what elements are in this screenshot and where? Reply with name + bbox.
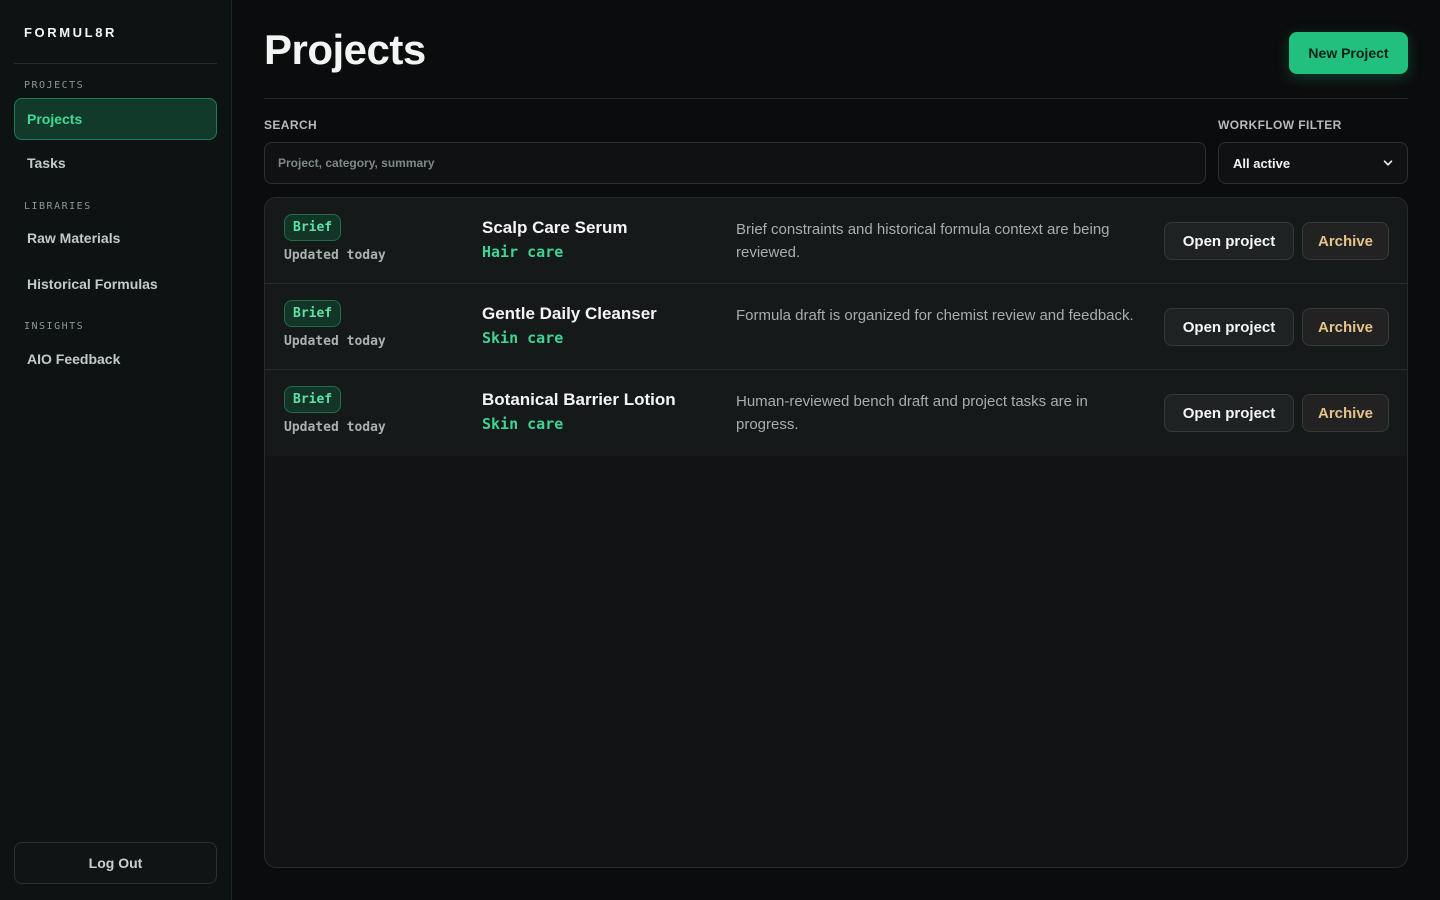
sidebar-item-label: Tasks	[27, 155, 66, 171]
project-summary: Human-reviewed bench draft and project t…	[736, 393, 1088, 433]
updated-text: Updated today	[284, 420, 386, 435]
page-title: Projects	[264, 26, 426, 73]
archive-button[interactable]: Archive	[1302, 308, 1389, 346]
workflow-filter-select[interactable]: All active	[1218, 142, 1408, 184]
project-row: Brief Updated today Scalp Care Serum Hai…	[265, 198, 1407, 284]
chevron-down-icon	[1383, 160, 1393, 166]
project-row: Brief Updated today Gentle Daily Cleanse…	[265, 284, 1407, 370]
sidebar-item-label: Projects	[27, 111, 83, 127]
projects-list: Brief Updated today Scalp Care Serum Hai…	[264, 197, 1408, 868]
nav-section-label-insights: INSIGHTS	[24, 321, 85, 332]
updated-text: Updated today	[284, 334, 386, 349]
updated-text: Updated today	[284, 248, 386, 263]
sidebar-item-label: Historical Formulas	[27, 276, 158, 292]
workflow-filter-value: All active	[1233, 155, 1291, 171]
open-project-button[interactable]: Open project	[1164, 394, 1294, 432]
project-category: Skin care	[482, 329, 564, 347]
logout-button[interactable]: Log Out	[14, 842, 217, 884]
status-badge: Brief	[284, 214, 342, 241]
brand-logo: FORMUL8R	[24, 25, 118, 40]
search-label: SEARCH	[264, 118, 318, 132]
sidebar-item-tasks[interactable]: Tasks	[14, 142, 217, 184]
divider	[14, 63, 217, 64]
sidebar-item-aio-feedback[interactable]: AIO Feedback	[14, 338, 217, 380]
project-category: Skin care	[482, 415, 564, 433]
project-summary: Formula draft is organized for chemist r…	[736, 307, 1134, 324]
status-badge: Brief	[284, 386, 342, 413]
project-name: Scalp Care Serum	[482, 218, 628, 237]
project-row: Brief Updated today Botanical Barrier Lo…	[265, 370, 1407, 456]
archive-button[interactable]: Archive	[1302, 394, 1389, 432]
project-category: Hair care	[482, 243, 564, 261]
open-project-button[interactable]: Open project	[1164, 308, 1294, 346]
project-name: Gentle Daily Cleanser	[482, 304, 657, 323]
archive-button[interactable]: Archive	[1302, 222, 1389, 260]
nav-section-label-libraries: LIBRARIES	[24, 201, 92, 212]
sidebar: FORMUL8R PROJECTS Projects Tasks LIBRARI…	[0, 0, 232, 900]
project-summary: Brief constraints and historical formula…	[736, 221, 1110, 261]
workflow-filter-label: WORKFLOW FILTER	[1218, 118, 1342, 132]
sidebar-item-projects[interactable]: Projects	[14, 98, 217, 140]
nav-section-label-projects: PROJECTS	[24, 80, 85, 91]
project-name: Botanical Barrier Lotion	[482, 390, 676, 409]
divider	[264, 98, 1408, 99]
sidebar-item-label: AIO Feedback	[27, 351, 121, 367]
sidebar-item-label: Raw Materials	[27, 230, 121, 246]
search-input[interactable]	[264, 142, 1206, 184]
open-project-button[interactable]: Open project	[1164, 222, 1294, 260]
sidebar-item-historical-formulas[interactable]: Historical Formulas	[14, 263, 217, 305]
new-project-button[interactable]: New Project	[1289, 32, 1408, 74]
sidebar-item-raw-materials[interactable]: Raw Materials	[14, 217, 217, 259]
status-badge: Brief	[284, 300, 342, 327]
